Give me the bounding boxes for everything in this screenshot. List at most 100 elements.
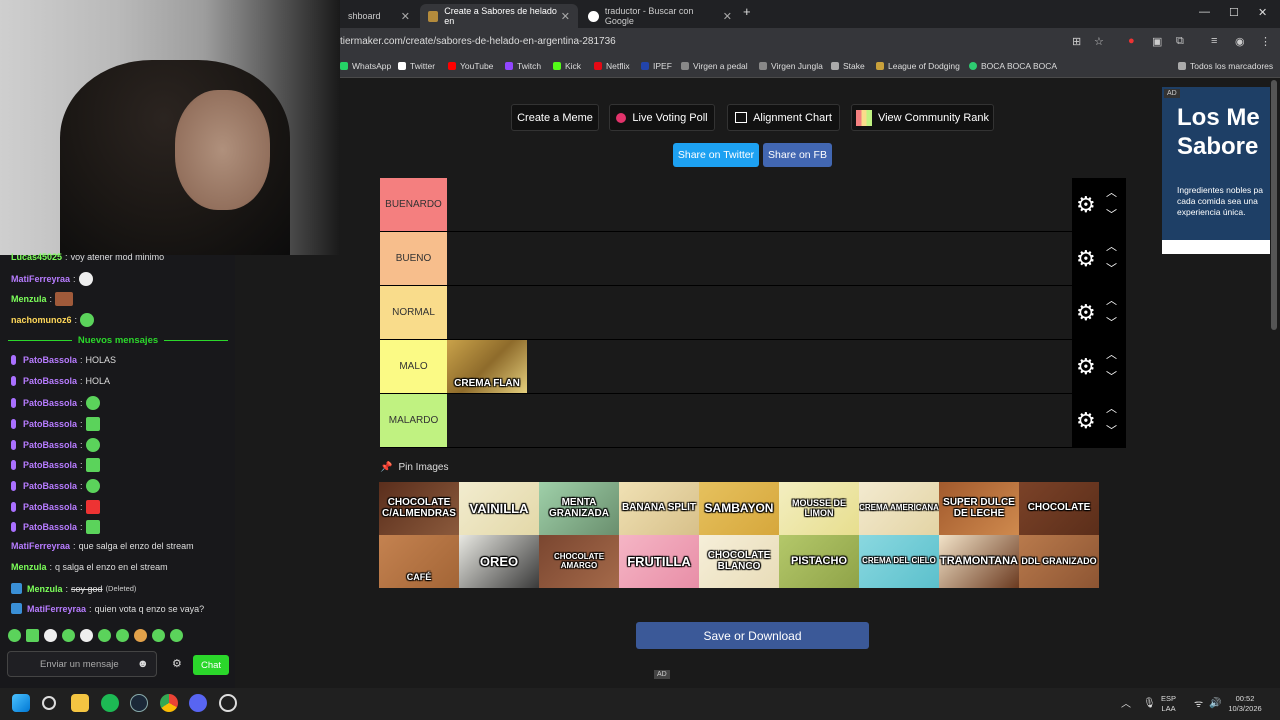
pool-item[interactable]: DDL GRANIZADO bbox=[1019, 535, 1099, 588]
bookmark-stake[interactable]: Stake bbox=[831, 61, 865, 71]
tab-dashboard[interactable]: shboard ✕ bbox=[340, 4, 418, 28]
chevron-down-icon[interactable]: ﹀ bbox=[1106, 422, 1117, 438]
pool-item[interactable]: PISTACHO bbox=[779, 535, 859, 588]
new-tab-button[interactable]: + bbox=[743, 4, 751, 19]
wifi-icon[interactable]: ᯤ bbox=[1194, 698, 1203, 711]
chevron-down-icon[interactable]: ﹀ bbox=[1106, 206, 1117, 222]
pin-images-toggle[interactable]: 📌 Pin Images bbox=[380, 462, 448, 473]
tier-drop-area[interactable] bbox=[447, 178, 1072, 231]
language-indicator[interactable]: ESP LAA bbox=[1161, 694, 1176, 714]
chat-username[interactable]: MatiFerreyraa bbox=[11, 274, 70, 284]
chevron-up-icon[interactable]: ︿ bbox=[1106, 400, 1117, 416]
tier-drop-area[interactable] bbox=[447, 232, 1072, 285]
chat-username[interactable]: PatoBassola bbox=[23, 522, 77, 532]
star-icon[interactable]: ☆ bbox=[1094, 35, 1104, 48]
pool-item[interactable]: BANANA SPLIT bbox=[619, 482, 699, 535]
chat-username[interactable]: PatoBassola bbox=[23, 398, 77, 408]
bookmarks-folder[interactable]: Todos los marcadores bbox=[1178, 61, 1273, 71]
page-scrollbar[interactable] bbox=[1271, 80, 1277, 330]
chat-username[interactable]: PatoBassola bbox=[23, 481, 77, 491]
pool-item[interactable]: CREMA DEL CIELO bbox=[859, 535, 939, 588]
emote-icon[interactable] bbox=[80, 629, 93, 642]
chevron-down-icon[interactable]: ﹀ bbox=[1106, 260, 1117, 276]
tier-label[interactable]: BUENO bbox=[380, 232, 447, 285]
pool-item[interactable]: VAINILLA bbox=[459, 482, 539, 535]
profile-avatar-icon[interactable]: ◉ bbox=[1235, 35, 1245, 48]
close-tab-icon[interactable]: ✕ bbox=[723, 10, 732, 23]
chat-username[interactable]: PatoBassola bbox=[23, 355, 77, 365]
pool-item[interactable]: CREMA AMERICANA bbox=[859, 482, 939, 535]
file-explorer-icon[interactable] bbox=[71, 694, 89, 712]
tier-label[interactable]: NORMAL bbox=[380, 286, 447, 339]
menu-icon[interactable]: ⋮ bbox=[1260, 35, 1271, 48]
bookmark-youtube[interactable]: YouTube bbox=[448, 61, 493, 71]
tier-item-crema-flan[interactable]: CREMA FLAN bbox=[447, 340, 527, 393]
bookmark-kick[interactable]: Kick bbox=[553, 61, 581, 71]
chat-username[interactable]: MatiFerreyraa bbox=[11, 541, 70, 551]
pool-item[interactable]: CHOCOLATE AMARGO bbox=[539, 535, 619, 588]
chat-username[interactable]: Menzula bbox=[11, 294, 47, 304]
pool-item[interactable]: CAFÉ bbox=[379, 535, 459, 588]
chat-username[interactable]: PatoBassola bbox=[23, 419, 77, 429]
pool-item[interactable]: CHOCOLATE bbox=[1019, 482, 1099, 535]
extension-icon[interactable]: ▣ bbox=[1152, 35, 1162, 48]
pool-item[interactable]: OREO bbox=[459, 535, 539, 588]
chat-input[interactable]: Enviar un mensaje bbox=[7, 651, 157, 677]
bookmark-whatsapp[interactable]: WhatsApp bbox=[340, 61, 391, 71]
tier-drop-area[interactable]: CREMA FLAN bbox=[447, 340, 1072, 393]
pool-item[interactable]: CHOCOLATE BLANCO bbox=[699, 535, 779, 588]
chat-username[interactable]: PatoBassola bbox=[23, 376, 77, 386]
pool-item[interactable]: SAMBAYON bbox=[699, 482, 779, 535]
pool-item[interactable]: CHOCOLATE C/ALMENDRAS bbox=[379, 482, 459, 535]
windows-start-icon[interactable] bbox=[12, 694, 30, 712]
discord-icon[interactable] bbox=[189, 694, 207, 712]
gear-icon[interactable]: ⚙ bbox=[1076, 192, 1096, 218]
bookmark-netflix[interactable]: Netflix bbox=[594, 61, 630, 71]
steam-icon[interactable] bbox=[130, 694, 148, 712]
tab-translator[interactable]: traductor - Buscar con Google ✕ bbox=[580, 4, 740, 28]
chevron-up-icon[interactable]: ︿ bbox=[1106, 184, 1117, 200]
extension-record-icon[interactable]: ● bbox=[1128, 35, 1135, 47]
settings-gear-icon[interactable]: ⚙ bbox=[172, 657, 182, 670]
share-fb-button[interactable]: Share on FB bbox=[763, 143, 832, 167]
chat-username[interactable]: MatiFerreyraa bbox=[27, 604, 86, 614]
chrome-icon[interactable] bbox=[160, 694, 178, 712]
chevron-up-icon[interactable]: ︿ bbox=[1106, 346, 1117, 362]
chat-username[interactable]: Lucas45025 bbox=[11, 252, 62, 262]
bookmark-virgen-a-pedal[interactable]: Virgen a pedal bbox=[681, 61, 748, 71]
emote-icon[interactable] bbox=[152, 629, 165, 642]
close-window-icon[interactable]: ✕ bbox=[1258, 6, 1267, 19]
puzzle-icon[interactable]: ⧉ bbox=[1176, 35, 1184, 48]
bookmark-ipef[interactable]: IPEF bbox=[641, 61, 672, 71]
gear-icon[interactable]: ⚙ bbox=[1076, 408, 1096, 434]
chat-send-button[interactable]: Chat bbox=[193, 655, 229, 675]
create-meme-button[interactable]: Create a Meme bbox=[511, 104, 599, 131]
bookmark-boca[interactable]: BOCA BOCA BOCA bbox=[969, 61, 1057, 71]
tier-label[interactable]: BUENARDO bbox=[380, 178, 447, 231]
close-tab-icon[interactable]: ✕ bbox=[561, 10, 570, 23]
bookmark-twitch[interactable]: Twitch bbox=[505, 61, 541, 71]
close-tab-icon[interactable]: ✕ bbox=[401, 10, 410, 23]
live-voting-poll-button[interactable]: Live Voting Poll bbox=[609, 104, 715, 131]
pool-item[interactable]: TRAMONTANA bbox=[939, 535, 1019, 588]
settings-app-icon[interactable] bbox=[219, 694, 237, 712]
emote-icon[interactable] bbox=[26, 629, 39, 642]
chat-username[interactable]: Menzula bbox=[11, 562, 47, 572]
emote-icon[interactable] bbox=[44, 629, 57, 642]
pool-item[interactable]: FRUTILLA bbox=[619, 535, 699, 588]
emote-icon[interactable] bbox=[170, 629, 183, 642]
chat-username[interactable]: Menzula bbox=[27, 584, 63, 594]
tab-tiermaker[interactable]: Create a Sabores de helado en ✕ bbox=[420, 4, 578, 28]
maximize-icon[interactable]: ☐ bbox=[1229, 6, 1239, 19]
bookmark-virgen-jungla[interactable]: Virgen Jungla bbox=[759, 61, 823, 71]
emote-icon[interactable] bbox=[8, 629, 21, 642]
chevron-up-icon[interactable]: ︿ bbox=[1106, 292, 1117, 308]
url-field[interactable]: tiermaker.com/create/sabores-de-helado-e… bbox=[340, 36, 616, 47]
chat-username[interactable]: PatoBassola bbox=[23, 440, 77, 450]
emote-icon[interactable] bbox=[116, 629, 129, 642]
translate-icon[interactable]: ⊞ bbox=[1072, 35, 1081, 48]
tray-chevron-up-icon[interactable]: ︿ bbox=[1121, 698, 1131, 711]
spotify-icon[interactable] bbox=[101, 694, 119, 712]
chevron-down-icon[interactable]: ﹀ bbox=[1106, 314, 1117, 330]
chevron-up-icon[interactable]: ︿ bbox=[1106, 238, 1117, 254]
